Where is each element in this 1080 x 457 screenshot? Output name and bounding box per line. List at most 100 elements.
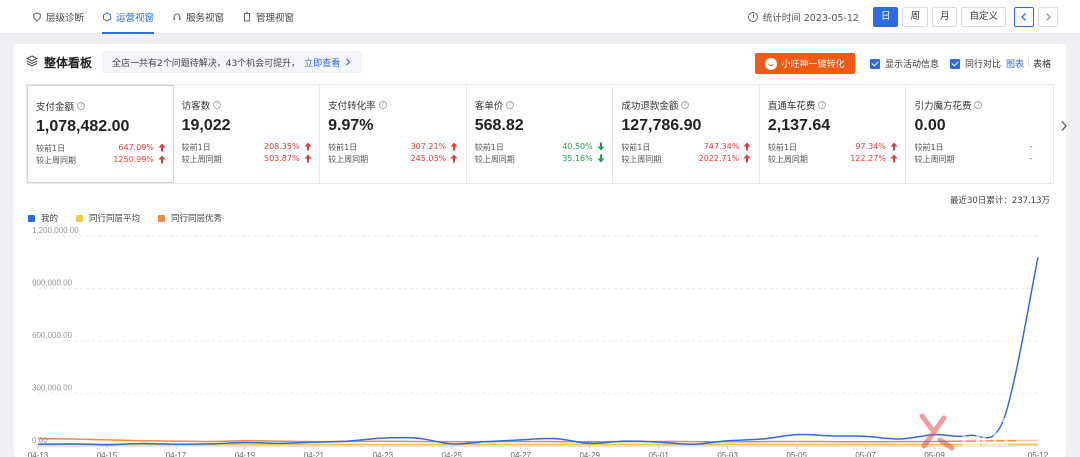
period-month-button[interactable]: 月	[931, 7, 958, 27]
compare-label: 较前1日	[474, 143, 504, 152]
compare-percent: 122.27%	[850, 154, 886, 163]
compare-percent: 2022.71%	[698, 154, 740, 163]
date-controls: 统计时间 2023-05-12 日 周 月 自定义	[747, 0, 1058, 34]
compare-percent: 307.21%	[410, 142, 447, 151]
x-tick-label: 04-27	[511, 451, 532, 457]
metric-card[interactable]: 引力魔方花费? 0.00 较前1日 - 较上周同期 -	[906, 85, 1053, 183]
arrow-up-icon	[890, 142, 898, 151]
view-issues-link[interactable]: 立即查看	[304, 56, 340, 69]
compare-label: 较上周同期	[914, 155, 955, 164]
x-tick-label: 04-23	[373, 451, 394, 457]
clock-icon	[747, 12, 758, 22]
period-week-button[interactable]: 周	[902, 7, 928, 27]
metric-compare-row: 较前1日 307.21%	[328, 142, 458, 153]
compare-label: 较前1日	[181, 143, 211, 152]
metric-card[interactable]: 客单价? 568.82 较前1日 40.50% 较上周同期 35.16%	[467, 85, 614, 183]
metric-card[interactable]: 访客数? 19,022 较前1日 208.35% 较上周同期 503.87%	[174, 85, 321, 183]
view-chart-toggle[interactable]: 图表	[1006, 57, 1024, 70]
compare-percent: -	[1029, 154, 1033, 163]
peer-compare-checkbox[interactable]: 同行对比	[950, 57, 1001, 70]
metric-compare-row: 较上周同期 245.03%	[328, 154, 458, 165]
hexagon-icon	[103, 11, 112, 22]
total-30-days: 最近30日累计：237.13万	[950, 196, 1051, 206]
help-icon[interactable]: ?	[818, 101, 827, 109]
metric-card[interactable]: 支付金额? 1,078,482.00 较前1日 647.09% 较上周同期 1250.99…	[27, 85, 174, 183]
nav-tab-management[interactable]: 管理视窗	[242, 0, 294, 34]
metric-compare-row: 较前1日 747.34%	[621, 142, 751, 153]
chevron-right-icon	[346, 58, 351, 66]
metric-compare-row: 较上周同期 122.27%	[768, 154, 898, 165]
metric-compare-row: 较前1日 647.09%	[36, 143, 166, 154]
view-nav: 层级诊断 运营视窗 服务视窗 管理视窗	[32, 0, 312, 34]
clipboard-icon	[244, 11, 251, 21]
compare-label: 较上周同期	[621, 155, 662, 164]
x-tick-label: 04-19	[235, 451, 256, 457]
arrow-up-icon	[450, 154, 458, 163]
metric-label: 客单价?	[475, 98, 613, 112]
y-tick-label: 900,000.00	[32, 279, 73, 288]
compare-label: 较上周同期	[328, 155, 369, 164]
show-activity-checkbox[interactable]: 显示活动信息	[870, 57, 939, 70]
metric-value: 19,022	[181, 117, 231, 134]
period-day-button[interactable]: 日	[872, 7, 899, 27]
arrow-up-icon	[304, 142, 312, 151]
legend-item[interactable]: 我的	[28, 212, 58, 224]
y-tick-label: 1,200,000.00	[32, 226, 79, 235]
compare-label: 较上周同期	[36, 156, 76, 165]
metric-label: 直通车花费?	[768, 98, 906, 112]
checkbox-checked-icon	[870, 58, 880, 69]
board-title: 整体看板	[44, 56, 93, 70]
metric-label: 引力魔方花费?	[914, 98, 1053, 112]
scroll-metrics-right-icon[interactable]	[1060, 120, 1068, 132]
smiley-icon	[765, 57, 778, 70]
nav-tab-operations[interactable]: 运营视窗	[102, 0, 155, 34]
compare-percent: 35.16%	[562, 154, 593, 163]
arrow-up-icon	[890, 154, 898, 163]
promo-label: 小旺神一键转化	[781, 60, 845, 70]
compare-percent: 1250.99%	[113, 155, 154, 164]
view-table-toggle[interactable]: 表格	[1033, 57, 1051, 70]
x-tick-label: 05-03	[717, 451, 738, 457]
metric-card[interactable]: 直通车花费? 2,137.64 较前1日 97.34% 较上周同期 122.27%	[760, 85, 907, 183]
series-line-0	[37, 257, 1039, 446]
arrow-up-icon	[158, 155, 166, 164]
nav-tab-level-diagnosis[interactable]: 层级诊断	[32, 0, 84, 34]
shield-icon	[32, 11, 42, 22]
prev-date-button[interactable]	[1014, 7, 1034, 27]
legend-label: 同行同层平均	[89, 214, 141, 224]
metric-card[interactable]: 支付转化率? 9.97% 较前1日 307.21% 较上周同期 245.03%	[320, 85, 467, 183]
legend-label: 同行同层优秀	[171, 214, 223, 224]
legend-item[interactable]: 同行同层优秀	[158, 212, 222, 224]
metric-compare-row: 较前1日 97.34%	[768, 142, 898, 153]
metric-compare-row: 较上周同期 2022.71%	[621, 154, 751, 165]
compare-percent: 40.50%	[562, 142, 593, 151]
legend-item[interactable]: 同行同层平均	[76, 212, 140, 224]
compare-percent: -	[1029, 142, 1033, 151]
compare-label: 较上周同期	[181, 155, 222, 164]
metric-compare-row: 较上周同期 -	[914, 154, 1044, 165]
one-click-convert-button[interactable]: 小旺神一键转化	[755, 53, 855, 74]
x-tick-label: 05-05	[786, 451, 807, 457]
show-activity-label: 显示活动信息	[885, 60, 940, 70]
metric-card[interactable]: 成功退款金额? 127,786.90 较前1日 747.34% 较上周同期 2022.71…	[613, 85, 760, 183]
y-tick-label: 600,000.00	[32, 331, 73, 340]
nav-tab-label: 服务视窗	[186, 12, 225, 24]
help-icon[interactable]: ?	[213, 101, 222, 109]
x-tick-label: 04-21	[304, 451, 325, 457]
x-tick-label: 04-13	[28, 451, 49, 457]
help-icon[interactable]: ?	[378, 101, 387, 109]
metric-compare-row: 较前1日 40.50%	[475, 142, 605, 153]
help-icon[interactable]: ?	[77, 102, 86, 110]
help-icon[interactable]: ?	[974, 101, 983, 109]
help-icon[interactable]: ?	[506, 101, 515, 109]
compare-label: 较前1日	[621, 143, 651, 152]
help-icon[interactable]: ?	[681, 101, 690, 109]
next-date-button[interactable]	[1038, 7, 1058, 27]
compare-percent: 97.34%	[855, 142, 886, 151]
nav-tab-service[interactable]: 服务视窗	[172, 0, 224, 34]
nav-tab-label: 层级诊断	[46, 12, 85, 24]
arrow-down-icon	[597, 154, 605, 163]
y-tick-label: 300,000.00	[32, 384, 73, 393]
metric-value: 127,786.90	[621, 117, 702, 134]
period-custom-button[interactable]: 自定义	[961, 7, 1006, 27]
